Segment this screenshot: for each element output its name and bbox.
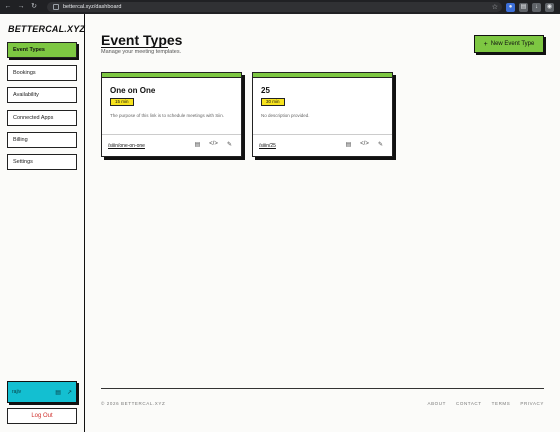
card-divider bbox=[102, 134, 241, 135]
sidebar-item-billing[interactable]: Billing bbox=[7, 132, 77, 148]
card-accent-stripe bbox=[253, 73, 392, 78]
card-divider bbox=[253, 134, 392, 135]
plus-icon: + bbox=[483, 40, 488, 48]
footer-link-terms[interactable]: TERMS bbox=[492, 401, 511, 406]
new-event-type-label: New Event Type bbox=[490, 41, 535, 47]
footer-divider bbox=[101, 388, 544, 389]
footer-link-about[interactable]: ABOUT bbox=[427, 401, 446, 406]
event-type-description: The purpose of this link is to schedule … bbox=[110, 113, 225, 118]
event-type-name: 25 bbox=[261, 86, 270, 95]
duration-badge: 30 min bbox=[261, 98, 285, 106]
reload-icon[interactable]: ↻ bbox=[29, 2, 39, 12]
page-title: Event Types bbox=[101, 32, 183, 48]
copy-icon[interactable]: ▤ bbox=[55, 389, 61, 396]
copy-link-icon[interactable]: ▤ bbox=[193, 141, 202, 148]
user-name: rajiv bbox=[12, 389, 22, 395]
bookmark-star-icon[interactable]: ☆ bbox=[492, 3, 498, 11]
edit-pencil-icon[interactable]: ✎ bbox=[225, 141, 234, 148]
footer-link-contact[interactable]: CONTACT bbox=[456, 401, 482, 406]
footer-links: ABOUT CONTACT TERMS PRIVACY bbox=[427, 401, 544, 406]
brand-logo[interactable]: BETTERCAL.XYZ bbox=[8, 24, 85, 34]
card-actions: ▤ </> ✎ bbox=[193, 141, 234, 148]
card-accent-stripe bbox=[102, 73, 241, 78]
site-info-icon[interactable] bbox=[53, 4, 59, 10]
back-icon[interactable]: ← bbox=[3, 2, 13, 12]
event-type-link[interactable]: /siiin/25 bbox=[259, 143, 276, 149]
card-actions: ▤ </> ✎ bbox=[344, 141, 385, 148]
embed-code-icon[interactable]: </> bbox=[360, 141, 369, 148]
event-type-card: One on One 15 min The purpose of this li… bbox=[101, 72, 242, 157]
event-type-name: One on One bbox=[110, 86, 156, 95]
external-link-icon[interactable]: ↗ bbox=[67, 389, 72, 396]
event-type-description: No description provided. bbox=[261, 113, 310, 118]
footer-link-privacy[interactable]: PRIVACY bbox=[520, 401, 544, 406]
edit-pencil-icon[interactable]: ✎ bbox=[376, 141, 385, 148]
event-type-card: 25 30 min No description provided. /siii… bbox=[252, 72, 393, 157]
extensions-puzzle-icon[interactable]: ▤ bbox=[519, 2, 528, 12]
extension-icon[interactable]: ● bbox=[506, 2, 515, 12]
dashboard-page: BETTERCAL.XYZ Event Types Bookings Avail… bbox=[0, 14, 560, 432]
page-subtitle: Manage your meeting templates. bbox=[101, 49, 182, 55]
address-bar[interactable]: bettercal.xyz/dashboard ☆ bbox=[47, 2, 502, 12]
profile-icon[interactable]: ◉ bbox=[545, 2, 554, 12]
forward-icon[interactable]: → bbox=[16, 2, 26, 12]
sidebar-item-availability[interactable]: Availability bbox=[7, 87, 77, 103]
sidebar-item-event-types[interactable]: Event Types bbox=[7, 42, 77, 58]
embed-code-icon[interactable]: </> bbox=[209, 141, 218, 148]
logout-button[interactable]: Log Out bbox=[7, 408, 77, 424]
sidebar-item-connected-apps[interactable]: Connected Apps bbox=[7, 110, 77, 126]
footer-copyright: © 2026 BETTERCAL.XYZ bbox=[101, 401, 166, 406]
sidebar: BETTERCAL.XYZ Event Types Bookings Avail… bbox=[0, 14, 85, 432]
sidebar-item-settings[interactable]: Settings bbox=[7, 154, 77, 170]
title-underline bbox=[101, 47, 168, 48]
event-type-link[interactable]: /siiin/one-on-one bbox=[108, 143, 145, 149]
copy-link-icon[interactable]: ▤ bbox=[344, 141, 353, 148]
sidebar-item-bookings[interactable]: Bookings bbox=[7, 65, 77, 81]
download-icon[interactable]: ↓ bbox=[532, 2, 541, 12]
browser-toolbar: ← → ↻ bettercal.xyz/dashboard ☆ ● ▤ ↓ ◉ bbox=[0, 0, 560, 14]
user-card[interactable]: rajiv ▤ ↗ bbox=[7, 381, 77, 403]
new-event-type-button[interactable]: + New Event Type bbox=[474, 35, 544, 53]
duration-badge: 15 min bbox=[110, 98, 134, 106]
address-url: bettercal.xyz/dashboard bbox=[63, 4, 122, 10]
